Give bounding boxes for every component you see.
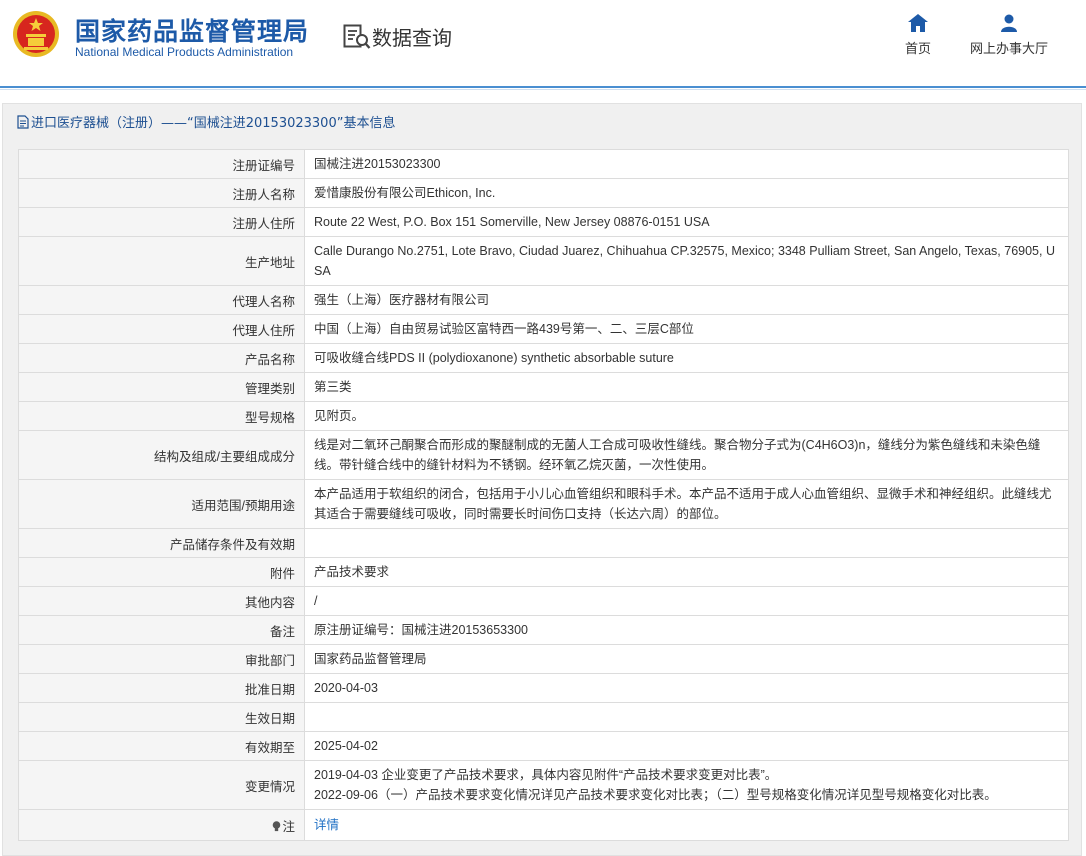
row-value — [304, 702, 1069, 732]
table-row: 附件 产品技术要求 — [18, 557, 1069, 587]
table-row-note: 注 详情 — [18, 809, 1069, 841]
data-query-icon — [343, 24, 371, 49]
row-label: 产品储存条件及有效期 — [18, 528, 305, 558]
nav-online-service-hall[interactable]: 网上办事大厅 — [966, 14, 1052, 57]
row-value — [304, 528, 1069, 558]
table-row: 结构及组成/主要组成成分 线是对二氧环己酮聚合而形成的聚醚制成的无菌人工合成可吸… — [18, 430, 1069, 480]
org-name-cn: 国家药品监督管理局 — [75, 17, 310, 46]
header-divider-light — [0, 89, 1086, 90]
row-label: 型号规格 — [18, 401, 305, 431]
nav-online-service-hall-label: 网上办事大厅 — [969, 42, 1048, 57]
row-value: 强生（上海）医疗器材有限公司 — [304, 285, 1069, 315]
row-value: Calle Durango No.2751, Lote Bravo, Ciuda… — [304, 236, 1069, 286]
row-label-note: 注 — [18, 809, 305, 841]
row-value: Route 22 West, P.O. Box 151 Somerville, … — [304, 207, 1069, 237]
row-label: 批准日期 — [18, 673, 305, 703]
row-value: 爱惜康股份有限公司Ethicon, Inc. — [304, 178, 1069, 208]
row-label: 生效日期 — [18, 702, 305, 732]
nav-home-label: 首页 — [904, 42, 931, 57]
row-label: 备注 — [18, 615, 305, 645]
table-row: 备注 原注册证编号：国械注进20153653300 — [18, 615, 1069, 645]
row-value: 产品技术要求 — [304, 557, 1069, 587]
row-value: 国家药品监督管理局 — [304, 644, 1069, 674]
table-row: 其他内容 / — [18, 586, 1069, 616]
row-value: 国械注进20153023300 — [304, 149, 1069, 179]
row-value: / — [304, 586, 1069, 616]
table-row: 产品储存条件及有效期 — [18, 528, 1069, 558]
row-label: 管理类别 — [18, 372, 305, 402]
row-label: 代理人名称 — [18, 285, 305, 315]
row-label: 注册人住所 — [18, 207, 305, 237]
row-label: 其他内容 — [18, 586, 305, 616]
row-label: 产品名称 — [18, 343, 305, 373]
row-label: 生产地址 — [18, 236, 305, 286]
site-header: 国家药品监督管理局 National Medical Products Admi… — [0, 0, 1086, 90]
table-row: 审批部门 国家药品监督管理局 — [18, 644, 1069, 674]
row-value: 中国（上海）自由贸易试验区富特西一路439号第一、二、三层C部位 — [304, 314, 1069, 344]
table-row: 生效日期 — [18, 702, 1069, 732]
row-value: 2025-04-02 — [304, 731, 1069, 761]
row-value: 本产品适用于软组织的闭合，包括用于小儿心血管组织和眼科手术。本产品不适用于成人心… — [304, 479, 1069, 529]
row-value-note: 详情 — [304, 809, 1069, 841]
row-label: 审批部门 — [18, 644, 305, 674]
row-value: 线是对二氧环己酮聚合而形成的聚醚制成的无菌人工合成可吸收性缝线。聚合物分子式为(… — [304, 430, 1069, 480]
table-row: 产品名称 可吸收缝合线PDS II (polydioxanone) synthe… — [18, 343, 1069, 373]
note-label: 注 — [282, 819, 295, 834]
panel-title: 进口医疗器械（注册）——“国械注进20153023300”基本信息 — [17, 112, 395, 131]
data-query-title: 数据查询 — [372, 26, 452, 50]
user-icon — [1001, 14, 1017, 32]
table-row: 型号规格 见附页。 — [18, 401, 1069, 431]
row-label: 注册人名称 — [18, 178, 305, 208]
row-label: 变更情况 — [18, 760, 305, 810]
row-value: 2020-04-03 — [304, 673, 1069, 703]
panel-title-text: 进口医疗器械（注册）——“国械注进20153023300”基本信息 — [31, 116, 396, 131]
table-row: 代理人住所 中国（上海）自由贸易试验区富特西一路439号第一、二、三层C部位 — [18, 314, 1069, 344]
org-name-en: National Medical Products Administration — [75, 45, 294, 59]
home-icon — [908, 14, 928, 32]
lightbulb-icon — [273, 820, 281, 831]
row-label: 附件 — [18, 557, 305, 587]
table-row: 注册证编号 国械注进20153023300 — [18, 149, 1069, 179]
table-row: 注册人名称 爱惜康股份有限公司Ethicon, Inc. — [18, 178, 1069, 208]
table-row: 代理人名称 强生（上海）医疗器材有限公司 — [18, 285, 1069, 315]
change-entry: 2022-09-06（一）产品技术要求变化情况详见产品技术要求变化对比表；（二）… — [314, 788, 997, 802]
details-link[interactable]: 详情 — [314, 818, 339, 832]
row-value: 见附页。 — [304, 401, 1069, 431]
registration-info-table: 注册证编号 国械注进20153023300 注册人名称 爱惜康股份有限公司Eth… — [18, 149, 1069, 841]
table-row: 有效期至 2025-04-02 — [18, 731, 1069, 761]
table-row: 批准日期 2020-04-03 — [18, 673, 1069, 703]
table-row: 注册人住所 Route 22 West, P.O. Box 151 Somerv… — [18, 207, 1069, 237]
change-entry: 2019-04-03 企业变更了产品技术要求，具体内容见附件“产品技术要求变更对… — [314, 768, 778, 782]
document-icon — [17, 114, 29, 129]
row-label: 适用范围/预期用途 — [18, 479, 305, 529]
table-row: 生产地址 Calle Durango No.2751, Lote Bravo, … — [18, 236, 1069, 286]
nav-home[interactable]: 首页 — [898, 14, 938, 57]
table-row-changes: 变更情况 2019-04-03 企业变更了产品技术要求，具体内容见附件“产品技术… — [18, 760, 1069, 810]
table-row: 适用范围/预期用途 本产品适用于软组织的闭合，包括用于小儿心血管组织和眼科手术。… — [18, 479, 1069, 529]
table-row: 管理类别 第三类 — [18, 372, 1069, 402]
header-divider — [0, 86, 1086, 88]
row-value: 第三类 — [304, 372, 1069, 402]
row-value: 原注册证编号：国械注进20153653300 — [304, 615, 1069, 645]
row-value: 可吸收缝合线PDS II (polydioxanone) synthetic a… — [304, 343, 1069, 373]
row-label: 有效期至 — [18, 731, 305, 761]
row-label: 代理人住所 — [18, 314, 305, 344]
detail-panel: 进口医疗器械（注册）——“国械注进20153023300”基本信息 注册证编号 … — [2, 103, 1082, 856]
row-value-changes: 2019-04-03 企业变更了产品技术要求，具体内容见附件“产品技术要求变更对… — [304, 760, 1069, 810]
row-label: 注册证编号 — [18, 149, 305, 179]
row-label: 结构及组成/主要组成成分 — [18, 430, 305, 480]
national-emblem-icon — [13, 11, 59, 57]
